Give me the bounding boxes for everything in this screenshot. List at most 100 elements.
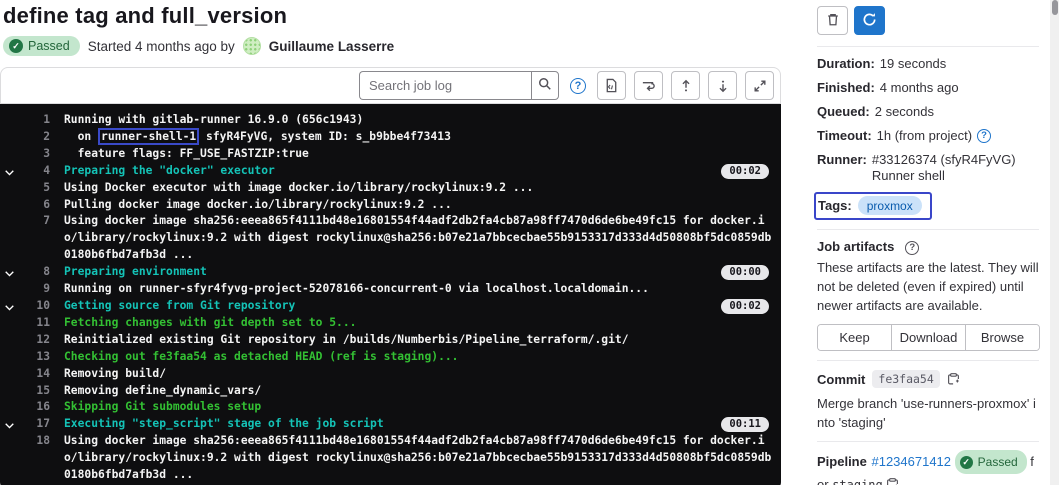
log-line-text: Using docker image sha256:eeea865f4111bd… bbox=[64, 214, 772, 262]
log-line-text: Removing build/ bbox=[64, 366, 167, 380]
section-duration-badge: 00:02 bbox=[721, 163, 769, 179]
log-line: 3 feature flags: FF_USE_FASTZIP:true bbox=[0, 146, 781, 163]
log-line-number[interactable]: 6 bbox=[18, 197, 50, 214]
scroll-top-icon bbox=[679, 79, 693, 93]
browse-button[interactable]: Browse bbox=[966, 325, 1039, 350]
log-line-text: Removing define_dynamic_vars/ bbox=[64, 383, 262, 397]
keep-button[interactable]: Keep bbox=[818, 325, 892, 350]
check-icon: ✓ bbox=[9, 39, 23, 53]
commit-sha[interactable]: fe3faa54 bbox=[872, 370, 940, 388]
page-scrollbar[interactable] bbox=[1050, 0, 1059, 485]
log-section-header[interactable]: 8 Preparing environment 00:00 bbox=[0, 264, 781, 281]
pipeline-ref[interactable]: staging bbox=[832, 478, 883, 485]
tag-badge[interactable]: proxmox bbox=[857, 196, 922, 215]
log-line-text: Checking out fe3faa54 as detached HEAD (… bbox=[64, 349, 459, 363]
log-line: 7 Using docker image sha256:eeea865f4111b… bbox=[0, 213, 781, 264]
pipeline-link[interactable]: #1234671412 bbox=[871, 454, 951, 469]
log-line-number[interactable]: 1 bbox=[18, 112, 50, 129]
log-line: 14 Removing build/ bbox=[0, 366, 781, 383]
log-line: 12 Reinitialized existing Git repository … bbox=[0, 332, 781, 349]
commit-label: Commit bbox=[817, 371, 866, 387]
finished-label: Finished: bbox=[817, 80, 875, 95]
copy-commit-icon[interactable] bbox=[947, 372, 960, 386]
divider bbox=[817, 46, 1039, 47]
log-line-number[interactable]: 7 bbox=[18, 213, 50, 230]
section-duration-badge: 00:02 bbox=[721, 298, 769, 314]
retry-button[interactable] bbox=[854, 6, 885, 35]
log-line-number[interactable]: 4 bbox=[18, 163, 50, 180]
log-line-text: Running on runner-sfyr4fyvg-project-5207… bbox=[64, 282, 649, 296]
scroll-bottom-button[interactable] bbox=[708, 71, 737, 100]
download-button[interactable]: Download bbox=[892, 325, 966, 350]
log-line-number[interactable]: 2 bbox=[18, 129, 50, 146]
sidebar-actions bbox=[817, 6, 1039, 35]
log-line-number[interactable]: 11 bbox=[18, 315, 50, 332]
wrap-lines-button[interactable] bbox=[634, 71, 663, 100]
commit-message: Merge branch 'use-runners-proxmox' into … bbox=[817, 396, 1036, 430]
log-line-number[interactable]: 16 bbox=[18, 399, 50, 416]
detail-timeout: Timeout: 1h (from project) ? bbox=[817, 128, 1039, 144]
runner-label: Runner: bbox=[817, 152, 867, 167]
search-button[interactable] bbox=[531, 71, 559, 100]
log-line-number[interactable]: 12 bbox=[18, 332, 50, 349]
log-line-number[interactable]: 13 bbox=[18, 349, 50, 366]
log-line-number[interactable]: 5 bbox=[18, 180, 50, 197]
fullscreen-button[interactable] bbox=[745, 71, 774, 100]
status-badge: ✓ Passed bbox=[3, 36, 80, 56]
queued-value: 2 seconds bbox=[874, 104, 934, 119]
trash-icon bbox=[826, 12, 840, 30]
log-line-text: Getting source from Git repository bbox=[64, 298, 296, 312]
log-line-number[interactable]: 15 bbox=[18, 383, 50, 400]
artifacts-description: These artifacts are the latest. They wil… bbox=[817, 260, 1039, 313]
log-section-header[interactable]: 4 Preparing the "docker" executor 00:02 bbox=[0, 163, 781, 180]
scrollbar-thumb[interactable] bbox=[1051, 0, 1058, 15]
timeout-label: Timeout: bbox=[817, 128, 872, 143]
log-line-number[interactable]: 9 bbox=[18, 281, 50, 298]
started-text: Started 4 months ago by bbox=[87, 38, 235, 54]
log-line-number[interactable]: 8 bbox=[18, 264, 50, 281]
duration-label: Duration: bbox=[817, 56, 875, 71]
help-icon[interactable]: ? bbox=[570, 77, 586, 94]
log-line-number[interactable]: 3 bbox=[18, 146, 50, 163]
search-input[interactable] bbox=[359, 71, 531, 100]
log-line-text: feature flags: FF_USE_FASTZIP:true bbox=[64, 146, 309, 160]
divider bbox=[817, 360, 1039, 361]
job-log: 1 Running with gitlab-runner 16.9.0 (656c… bbox=[0, 104, 781, 485]
log-line: 15 Removing define_dynamic_vars/ bbox=[0, 383, 781, 400]
job-sidebar: Duration: 19 seconds Finished: 4 months … bbox=[801, 0, 1047, 485]
runner-type: Runner shell bbox=[871, 168, 945, 183]
raw-log-button[interactable] bbox=[597, 71, 626, 100]
divider bbox=[817, 441, 1039, 442]
avatar[interactable] bbox=[242, 37, 261, 55]
pipeline-label: Pipeline bbox=[817, 454, 867, 469]
log-section-header[interactable]: 10 Getting source from Git repository 00:0… bbox=[0, 298, 781, 315]
artifacts-help-icon[interactable]: ? bbox=[905, 240, 920, 255]
log-line-number[interactable]: 10 bbox=[18, 298, 50, 315]
annotation-highlight-box: runner-shell-1 bbox=[98, 127, 200, 145]
artifacts-button-group: Keep Download Browse bbox=[817, 324, 1040, 351]
log-line-number[interactable]: 18 bbox=[18, 433, 50, 450]
chevron-down-icon[interactable] bbox=[0, 302, 18, 313]
author-name[interactable]: Guillaume Lasserre bbox=[269, 39, 394, 54]
section-duration-badge: 00:00 bbox=[721, 265, 769, 281]
section-duration-badge: 00:11 bbox=[721, 417, 769, 433]
log-line-number[interactable]: 17 bbox=[18, 416, 50, 433]
chevron-down-icon[interactable] bbox=[0, 420, 18, 431]
chevron-down-icon[interactable] bbox=[0, 268, 18, 279]
timeout-help-icon[interactable]: ? bbox=[977, 129, 992, 143]
log-section-header[interactable]: 17 Executing "step_script" stage of the j… bbox=[0, 416, 781, 433]
pipeline-section: Pipeline #1234671412 ✓ Passed for staging… bbox=[817, 450, 1039, 485]
detail-duration: Duration: 19 seconds bbox=[817, 56, 1039, 72]
search-icon bbox=[538, 77, 552, 94]
commit-section: Commit fe3faa54 Merge branch 'use-runner… bbox=[817, 370, 1039, 432]
log-line-text: on runner-shell-1 sfyR4FyVG, system ID: … bbox=[64, 127, 451, 145]
queued-label: Queued: bbox=[817, 104, 870, 119]
erase-log-button[interactable] bbox=[817, 6, 848, 35]
log-line-number[interactable]: 14 bbox=[18, 366, 50, 383]
log-line-text: Preparing environment bbox=[64, 265, 207, 279]
copy-ref-icon[interactable] bbox=[886, 477, 899, 485]
artifacts-title: Job artifacts bbox=[817, 239, 895, 254]
chevron-down-icon[interactable] bbox=[0, 167, 18, 178]
log-line-text: Executing "step_script" stage of the job… bbox=[64, 417, 384, 431]
scroll-top-button[interactable] bbox=[671, 71, 700, 100]
